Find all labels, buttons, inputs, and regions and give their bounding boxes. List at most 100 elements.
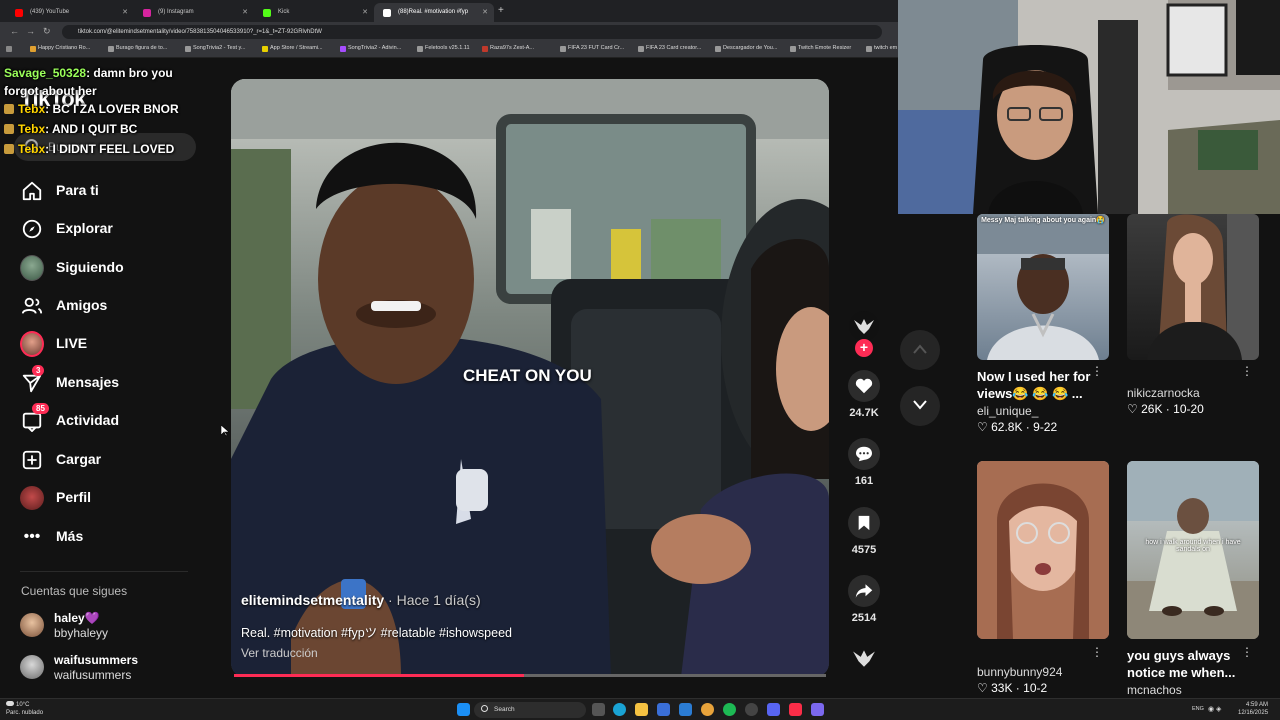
sidebar-item-mas[interactable]: ••• Más <box>18 523 193 553</box>
bookmark-item[interactable]: FIFA 23 FUT Card Cr... <box>560 45 624 52</box>
friends-icon <box>20 294 44 318</box>
bookmark-item[interactable]: twitch em <box>866 45 897 52</box>
more-options-icon[interactable]: ⋮ <box>1241 645 1253 659</box>
obs-icon[interactable] <box>745 703 758 716</box>
home-icon <box>20 179 44 203</box>
bookmark-item[interactable]: SongTrivia2 - Test y... <box>185 45 245 52</box>
like-button[interactable]: 24.7K <box>846 370 882 419</box>
following-account[interactable]: haley💜 bbyhaleyy <box>20 611 190 645</box>
sidebar-item-explorar[interactable]: Explorar <box>18 215 193 245</box>
previous-video-button[interactable] <box>900 330 940 370</box>
tab-youtube[interactable]: (439) YouTube ✕ <box>6 3 134 22</box>
tab-label: (88)Real. #motivation #fyp <box>398 9 469 15</box>
share-button[interactable]: 2514 <box>846 575 882 624</box>
follow-plus-icon[interactable]: + <box>855 339 873 357</box>
bookmark-item[interactable]: Burago figura de to... <box>108 45 167 52</box>
video-thumbnail[interactable]: how i walk around when i have sandals on <box>1127 461 1259 639</box>
system-tray-icons[interactable]: ◉ ◈ <box>1208 705 1221 713</box>
weather-widget[interactable]: 10°C Parc. nublado <box>6 701 43 717</box>
sidebar-item-live[interactable]: LIVE <box>18 330 193 360</box>
video-thumbnail[interactable] <box>977 461 1109 639</box>
video-author[interactable]: elitemindsetmentality · Hace 1 día(s) <box>241 592 481 608</box>
bookmark-item[interactable]: SongTrivia2 - Adivin... <box>340 45 401 52</box>
chat-message: Savage_50328: damn bro you forgot about … <box>4 66 173 98</box>
new-tab-button[interactable]: + <box>498 5 504 16</box>
video-thumbnail[interactable] <box>1127 214 1259 360</box>
sidebar-item-para-ti[interactable]: Para ti <box>18 177 193 207</box>
video-stats: ♡ 33K · 10-2 <box>977 681 1048 695</box>
sidebar-item-siguiendo[interactable]: Siguiendo <box>18 254 193 284</box>
author-name[interactable]: elitemindsetmentality <box>241 592 384 608</box>
instagram-icon <box>143 9 151 17</box>
video-progress-bar[interactable] <box>234 674 826 677</box>
forward-icon[interactable]: → <box>26 26 35 36</box>
kick-icon <box>263 9 271 17</box>
back-icon[interactable]: ← <box>10 26 19 36</box>
bookmark-item[interactable]: Descargador de You... <box>715 45 777 52</box>
bookmark-item[interactable]: Feletools v25.1.11 <box>417 45 470 52</box>
video-username[interactable]: eli_unique_ <box>977 404 1109 418</box>
file-explorer-icon[interactable] <box>635 703 648 716</box>
sidebar-item-mensajes[interactable]: 3 Mensajes <box>18 365 193 399</box>
task-view-icon[interactable] <box>592 703 605 716</box>
video-username[interactable]: bunnybunny924 <box>977 665 1109 679</box>
music-disc-button[interactable] <box>846 648 882 670</box>
bookmark-item[interactable]: Twitch Emote Resizer <box>790 45 851 52</box>
windows-taskbar: 10°C Parc. nublado Search ENG ◉ ◈ 4:59 A… <box>0 698 1280 720</box>
comment-icon <box>848 438 880 470</box>
discord-icon[interactable] <box>767 703 780 716</box>
youtube-icon <box>15 9 23 17</box>
video-username[interactable]: mcnachos <box>1127 683 1259 697</box>
heart-icon <box>848 370 880 402</box>
app-icon[interactable] <box>811 703 824 716</box>
spotify-icon[interactable] <box>723 703 736 716</box>
video-stats: ♡ 26K · 10-20 <box>1127 402 1204 416</box>
bookmark-item[interactable]: FIFA 23 Card creator... <box>638 45 701 52</box>
next-video-button[interactable] <box>900 386 940 426</box>
bookmark-item[interactable]: Raza97s Zest-A... <box>482 45 534 52</box>
store-icon[interactable] <box>657 703 670 716</box>
close-icon[interactable]: ✕ <box>482 8 488 16</box>
following-account[interactable]: waifusummers waifusummers <box>20 653 190 687</box>
grid-video-card[interactable]: how i walk around when i have sandals on… <box>1127 461 1259 697</box>
comment-count: 161 <box>854 475 874 487</box>
more-options-icon[interactable]: ⋮ <box>1241 364 1253 378</box>
taskbar-search[interactable]: Search <box>474 702 586 718</box>
more-options-icon[interactable]: ⋮ <box>1091 645 1103 659</box>
windows-start-icon[interactable] <box>457 703 470 716</box>
sidebar-item-amigos[interactable]: Amigos <box>18 292 193 322</box>
close-icon[interactable]: ✕ <box>362 8 368 16</box>
grid-video-card[interactable]: nikiczarnocka ♡ 26K · 10-20 ⋮ <box>1127 214 1259 416</box>
grid-video-card[interactable]: Messy Maj talking about you again😭 Now I… <box>977 214 1109 434</box>
bookmark-item[interactable]: Happy Cristiano Ro... <box>30 45 90 52</box>
save-button[interactable]: 4575 <box>846 507 882 556</box>
grid-video-card[interactable]: bunnybunny924 ♡ 33K · 10-2 ⋮ <box>977 461 1109 695</box>
author-avatar-button[interactable]: + <box>846 311 882 357</box>
video-thumbnail[interactable]: Messy Maj talking about you again😭 <box>977 214 1109 360</box>
bookmark-item[interactable]: App Store / Streami... <box>262 45 323 52</box>
heart-outline-icon: ♡ <box>977 681 988 695</box>
more-options-icon[interactable]: ⋮ <box>1091 364 1103 378</box>
translate-link[interactable]: Ver traducción <box>241 646 318 660</box>
reload-icon[interactable]: ↻ <box>43 26 51 37</box>
sidebar-item-perfil[interactable]: Perfil <box>18 484 193 514</box>
eagle-logo-icon <box>851 648 877 670</box>
sidebar-item-cargar[interactable]: Cargar <box>18 446 193 476</box>
comment-button[interactable]: 161 <box>846 438 882 487</box>
close-icon[interactable]: ✕ <box>122 8 128 16</box>
edge-icon[interactable] <box>613 703 626 716</box>
tab-tiktok[interactable]: (88)Real. #motivation #fyp ✕ <box>374 3 494 22</box>
chrome-icon[interactable] <box>701 703 714 716</box>
tiktok-icon <box>383 9 391 17</box>
tab-kick[interactable]: Kick ✕ <box>254 3 374 22</box>
sidebar-item-actividad[interactable]: 85 Actividad <box>18 403 193 437</box>
tab-instagram[interactable]: (9) Instagram ✕ <box>134 3 254 22</box>
url-field[interactable]: tiktok.com/@elitemindsetmentality/video/… <box>62 25 882 39</box>
close-icon[interactable]: ✕ <box>242 8 248 16</box>
music-icon[interactable] <box>789 703 802 716</box>
language-indicator[interactable]: ENG <box>1192 706 1204 712</box>
stream-chat-overlay: Savage_50328: damn bro you forgot about … <box>4 64 204 162</box>
mail-icon[interactable] <box>679 703 692 716</box>
taskbar-clock[interactable]: 4:59 AM 12/16/2025 <box>1238 701 1268 717</box>
video-username[interactable]: nikiczarnocka <box>1127 386 1259 400</box>
